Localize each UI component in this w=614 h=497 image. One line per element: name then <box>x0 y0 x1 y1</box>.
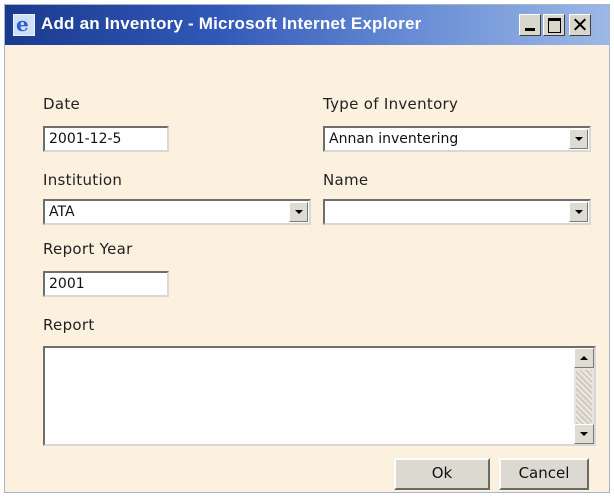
report-year-input[interactable]: 2001 <box>43 271 169 297</box>
institution-value: ATA <box>49 204 75 220</box>
institution-label: Institution <box>43 171 123 189</box>
chevron-down-icon[interactable] <box>289 202 308 222</box>
minimize-icon[interactable] <box>519 14 541 36</box>
scroll-track[interactable] <box>576 370 592 424</box>
institution-select[interactable]: ATA <box>43 199 311 225</box>
date-label: Date <box>43 95 81 113</box>
scroll-down-icon[interactable] <box>574 424 594 444</box>
report-textarea[interactable] <box>43 346 596 446</box>
title-bar[interactable]: e Add an Inventory - Microsoft Internet … <box>5 5 609 45</box>
cancel-button[interactable]: Cancel <box>499 458 589 490</box>
window-title: Add an Inventory - Microsoft Internet Ex… <box>41 14 422 33</box>
type-of-inventory-label: Type of Inventory <box>323 95 459 113</box>
scroll-up-icon[interactable] <box>574 348 594 368</box>
report-label: Report <box>43 316 95 334</box>
chevron-down-icon[interactable] <box>569 202 588 222</box>
name-label: Name <box>323 171 369 189</box>
chevron-down-icon[interactable] <box>569 129 588 149</box>
maximize-icon[interactable] <box>543 14 565 36</box>
ie-document-icon: e <box>13 12 35 36</box>
type-of-inventory-select[interactable]: Annan inventering <box>323 126 591 152</box>
dialog-window: e Add an Inventory - Microsoft Internet … <box>4 4 610 493</box>
date-input[interactable]: 2001-12-5 <box>43 126 169 152</box>
ok-button[interactable]: Ok <box>394 458 490 490</box>
report-year-label: Report Year <box>43 240 133 258</box>
name-select[interactable] <box>323 199 591 225</box>
report-scrollbar[interactable] <box>574 348 594 444</box>
close-icon[interactable] <box>569 14 591 36</box>
type-of-inventory-value: Annan inventering <box>329 131 459 147</box>
